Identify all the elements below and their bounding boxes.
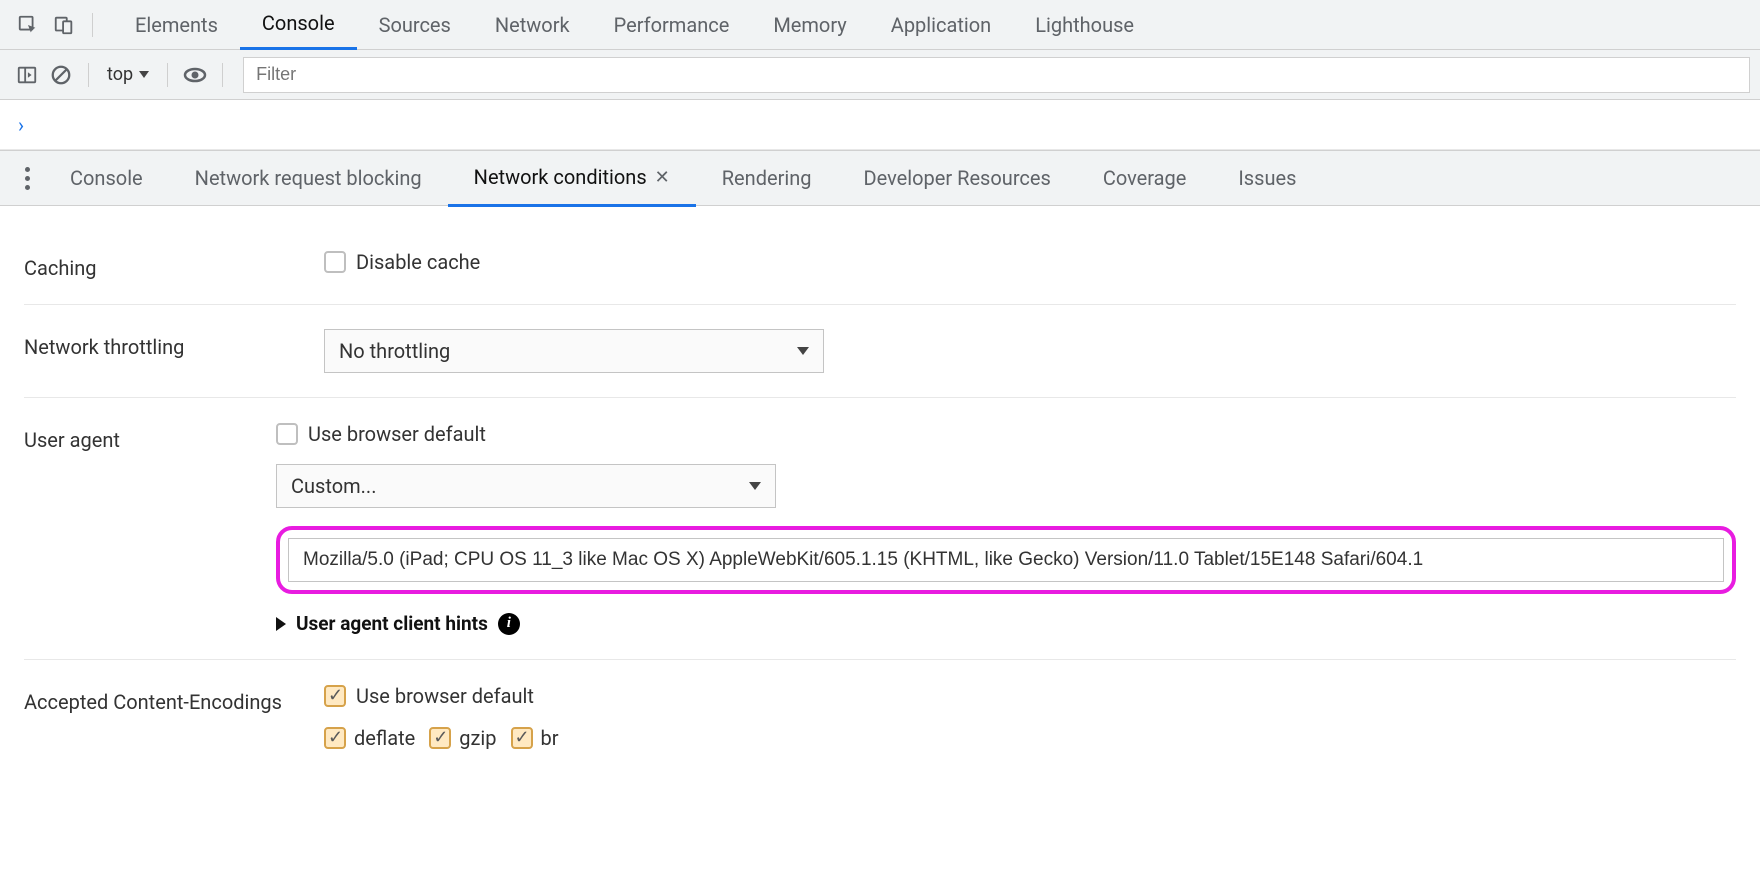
device-toggle-icon[interactable]: [46, 7, 82, 43]
ua-highlight-annotation: [276, 526, 1736, 594]
section-throttling: Network throttling No throttling: [24, 305, 1736, 398]
disable-cache-checkbox[interactable]: Disable cache: [324, 250, 1736, 274]
tab-application[interactable]: Application: [869, 0, 1013, 50]
checkbox-label: deflate: [354, 726, 415, 750]
inspect-icon[interactable]: [10, 7, 46, 43]
drawer-tab-network-conditions[interactable]: Network conditions ✕: [448, 151, 696, 207]
drawer-tab-rendering[interactable]: Rendering: [696, 150, 838, 206]
select-value: No throttling: [339, 339, 450, 363]
section-label-throttling: Network throttling: [24, 329, 324, 373]
encodings-use-default-checkbox[interactable]: Use browser default: [324, 684, 1736, 708]
close-icon[interactable]: ✕: [655, 167, 670, 188]
tab-lighthouse[interactable]: Lighthouse: [1013, 0, 1156, 50]
drawer-tab-issues[interactable]: Issues: [1212, 150, 1322, 206]
tab-performance[interactable]: Performance: [592, 0, 752, 50]
context-label: top: [107, 64, 133, 85]
separator: [92, 13, 93, 37]
section-label-encodings: Accepted Content-Encodings: [24, 684, 324, 750]
section-label-user-agent: User agent: [24, 422, 276, 635]
ua-use-default-checkbox[interactable]: Use browser default: [276, 422, 1736, 446]
drawer-tab-network-request-blocking[interactable]: Network request blocking: [169, 150, 448, 206]
triangle-right-icon: [276, 617, 286, 631]
network-conditions-panel: Caching Disable cache Network throttling…: [0, 206, 1760, 794]
tab-memory[interactable]: Memory: [751, 0, 868, 50]
section-user-agent: User agent Use browser default Custom...…: [24, 398, 1736, 660]
drawer-tab-developer-resources[interactable]: Developer Resources: [838, 150, 1077, 206]
checkbox-icon: [324, 251, 346, 273]
checkbox-label: br: [541, 726, 559, 750]
tab-elements[interactable]: Elements: [113, 0, 240, 50]
throttling-select[interactable]: No throttling: [324, 329, 824, 373]
main-tabs: Elements Console Sources Network Perform…: [113, 0, 1156, 50]
ua-custom-input[interactable]: [288, 538, 1724, 582]
encoding-gzip-checkbox[interactable]: gzip: [429, 726, 496, 750]
checkbox-label: Use browser default: [356, 684, 534, 708]
sidebar-toggle-icon[interactable]: [10, 58, 44, 92]
section-encodings: Accepted Content-Encodings Use browser d…: [24, 660, 1736, 774]
encoding-br-checkbox[interactable]: br: [511, 726, 559, 750]
chevron-right-icon: ›: [18, 113, 24, 137]
section-caching: Caching Disable cache: [24, 226, 1736, 305]
drawer-tab-label: Network conditions: [474, 165, 647, 189]
checkbox-icon: [429, 727, 451, 749]
drawer-tab-console[interactable]: Console: [44, 150, 169, 206]
info-icon[interactable]: i: [498, 613, 520, 635]
checkbox-icon: [324, 727, 346, 749]
ua-preset-select[interactable]: Custom...: [276, 464, 776, 508]
select-value: Custom...: [291, 474, 376, 498]
checkbox-icon: [276, 423, 298, 445]
checkbox-label: Use browser default: [308, 422, 486, 446]
live-expression-icon[interactable]: [178, 58, 212, 92]
separator: [222, 63, 223, 87]
checkbox-icon: [511, 727, 533, 749]
encodings-options: deflate gzip br: [324, 726, 1736, 750]
separator: [88, 63, 89, 87]
drawer-tabbar: Console Network request blocking Network…: [0, 150, 1760, 206]
console-prompt[interactable]: ›: [0, 100, 1760, 150]
chevron-down-icon: [139, 71, 149, 78]
more-tabs-icon[interactable]: [10, 161, 44, 195]
tab-sources[interactable]: Sources: [357, 0, 473, 50]
context-selector[interactable]: top: [99, 60, 157, 90]
clear-console-icon[interactable]: [44, 58, 78, 92]
chevron-down-icon: [797, 347, 809, 355]
drawer-tab-coverage[interactable]: Coverage: [1077, 150, 1213, 206]
ua-client-hints-expander[interactable]: User agent client hints i: [276, 612, 1736, 635]
chevron-down-icon: [749, 482, 761, 490]
console-toolbar: top: [0, 50, 1760, 100]
filter-input[interactable]: [243, 57, 1750, 93]
encoding-deflate-checkbox[interactable]: deflate: [324, 726, 415, 750]
tab-network[interactable]: Network: [473, 0, 592, 50]
checkbox-icon: [324, 685, 346, 707]
tab-console[interactable]: Console: [240, 0, 357, 50]
expander-label: User agent client hints: [296, 612, 488, 635]
separator: [167, 63, 168, 87]
devtools-top-tabbar: Elements Console Sources Network Perform…: [0, 0, 1760, 50]
section-label-caching: Caching: [24, 250, 324, 280]
checkbox-label: Disable cache: [356, 250, 480, 274]
checkbox-label: gzip: [459, 726, 496, 750]
